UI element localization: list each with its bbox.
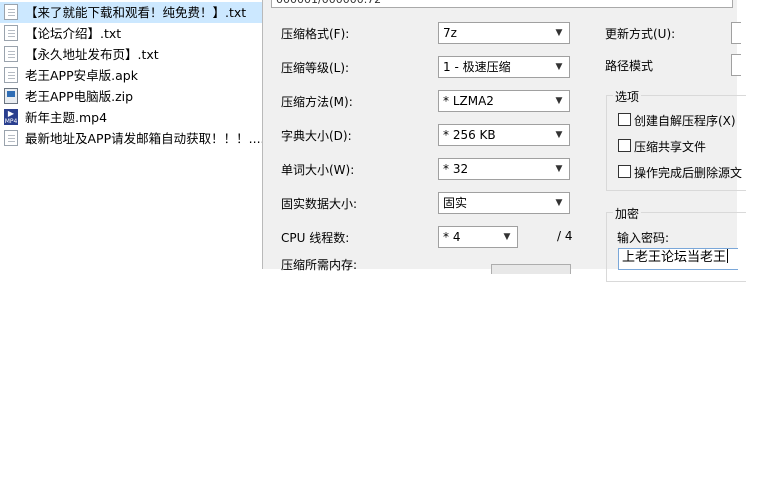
format-label: 压缩格式(F): — [281, 27, 350, 41]
solid-block-label: 固实数据大小: — [281, 197, 358, 211]
encryption-group-title: 加密 — [613, 205, 642, 222]
chevron-down-icon: ▼ — [555, 198, 563, 208]
format-select[interactable]: 7z ▼ — [438, 22, 570, 44]
level-select[interactable]: 1 - 极速压缩 ▼ — [438, 56, 570, 78]
memory-field — [491, 264, 571, 274]
password-value: 上老王论坛当老王 — [622, 250, 727, 265]
chevron-down-icon: ▼ — [555, 96, 563, 106]
solid-block-select[interactable]: 固实 ▼ — [438, 192, 570, 214]
level-label: 压缩等级(L): — [281, 61, 350, 75]
shared-files-checkbox[interactable] — [618, 139, 631, 152]
chevron-down-icon: ▼ — [555, 130, 563, 140]
delete-after-checkbox[interactable] — [618, 165, 631, 178]
chevron-down-icon: ▼ — [555, 28, 563, 38]
password-label: 输入密码: — [617, 231, 670, 245]
word-size-select[interactable]: * 32 ▼ — [438, 158, 570, 180]
dictionary-label: 字典大小(D): — [281, 129, 352, 143]
file-item[interactable]: 【论坛介绍】.txt — [0, 23, 262, 44]
method-value: * LZMA2 — [443, 94, 494, 108]
method-label: 压缩方法(M): — [281, 95, 353, 109]
chevron-down-icon: ▼ — [555, 62, 563, 72]
file-name: 【论坛介绍】.txt — [25, 26, 122, 41]
dictionary-select[interactable]: * 256 KB ▼ — [438, 124, 570, 146]
file-item[interactable]: 【来了就能下载和观看！纯免费！】.txt — [0, 2, 262, 23]
word-size-label: 单词大小(W): — [281, 163, 355, 177]
path-mode-label: 路径模式 — [605, 59, 654, 73]
path-mode-select[interactable] — [731, 54, 741, 76]
cpu-threads-label: CPU 线程数: — [281, 231, 350, 245]
chevron-down-icon: ▼ — [555, 164, 563, 174]
file-item[interactable]: 老王APP电脑版.zip — [0, 86, 262, 107]
cpu-threads-value: * 4 — [443, 230, 461, 244]
update-mode-label: 更新方式(U): — [605, 27, 676, 41]
file-list: 【来了就能下载和观看！纯免费！】.txt 【论坛介绍】.txt 【永久地址发布页… — [0, 0, 262, 150]
archive-path-input[interactable]: 000001/000000.72 — [271, 0, 733, 8]
file-name: 最新地址及APP请发邮箱自动获取！！！.... — [25, 131, 262, 146]
cpu-threads-select[interactable]: * 4 ▼ — [438, 226, 518, 248]
options-group-title: 选项 — [613, 88, 642, 105]
text-file-icon — [4, 130, 18, 146]
word-size-value: * 32 — [443, 162, 469, 176]
memory-label: 压缩所需内存: — [281, 258, 358, 272]
password-input[interactable]: 上老王论坛当老王 — [618, 248, 738, 270]
delete-after-label: 操作完成后删除源文 — [634, 166, 743, 180]
shared-files-label: 压缩共享文件 — [634, 140, 707, 154]
encryption-group — [606, 212, 746, 282]
file-item[interactable]: MP4 新年主题.mp4 — [0, 107, 262, 128]
cpu-threads-max: / 4 — [557, 229, 573, 243]
file-item[interactable]: 老王APP安卓版.apk — [0, 65, 262, 86]
update-mode-select[interactable] — [731, 22, 741, 44]
text-file-icon — [4, 46, 18, 62]
file-item[interactable]: 【永久地址发布页】.txt — [0, 44, 262, 65]
dictionary-value: * 256 KB — [443, 128, 496, 142]
archive-icon — [4, 88, 18, 104]
sfx-label: 创建自解压程序(X) — [634, 114, 736, 128]
file-name: 【来了就能下载和观看！纯免费！】.txt — [25, 5, 247, 20]
text-caret — [727, 249, 729, 263]
file-item[interactable]: 最新地址及APP请发邮箱自动获取！！！.... — [0, 128, 262, 149]
video-file-icon: MP4 — [4, 109, 18, 125]
format-value: 7z — [443, 26, 457, 40]
text-file-icon — [4, 25, 18, 41]
solid-block-value: 固实 — [443, 196, 468, 210]
file-name: 【永久地址发布页】.txt — [25, 47, 159, 62]
chevron-down-icon: ▼ — [503, 232, 511, 242]
level-value: 1 - 极速压缩 — [443, 60, 511, 74]
file-icon — [4, 67, 18, 83]
file-name: 老王APP电脑版.zip — [25, 89, 134, 104]
method-select[interactable]: * LZMA2 ▼ — [438, 90, 570, 112]
add-to-archive-dialog: 000001/000000.72 压缩格式(F): 7z ▼ 压缩等级(L): … — [262, 0, 746, 282]
sfx-checkbox[interactable] — [618, 113, 631, 126]
file-name: 老王APP安卓版.apk — [25, 68, 138, 83]
text-file-icon — [4, 4, 18, 20]
file-name: 新年主题.mp4 — [25, 110, 108, 125]
